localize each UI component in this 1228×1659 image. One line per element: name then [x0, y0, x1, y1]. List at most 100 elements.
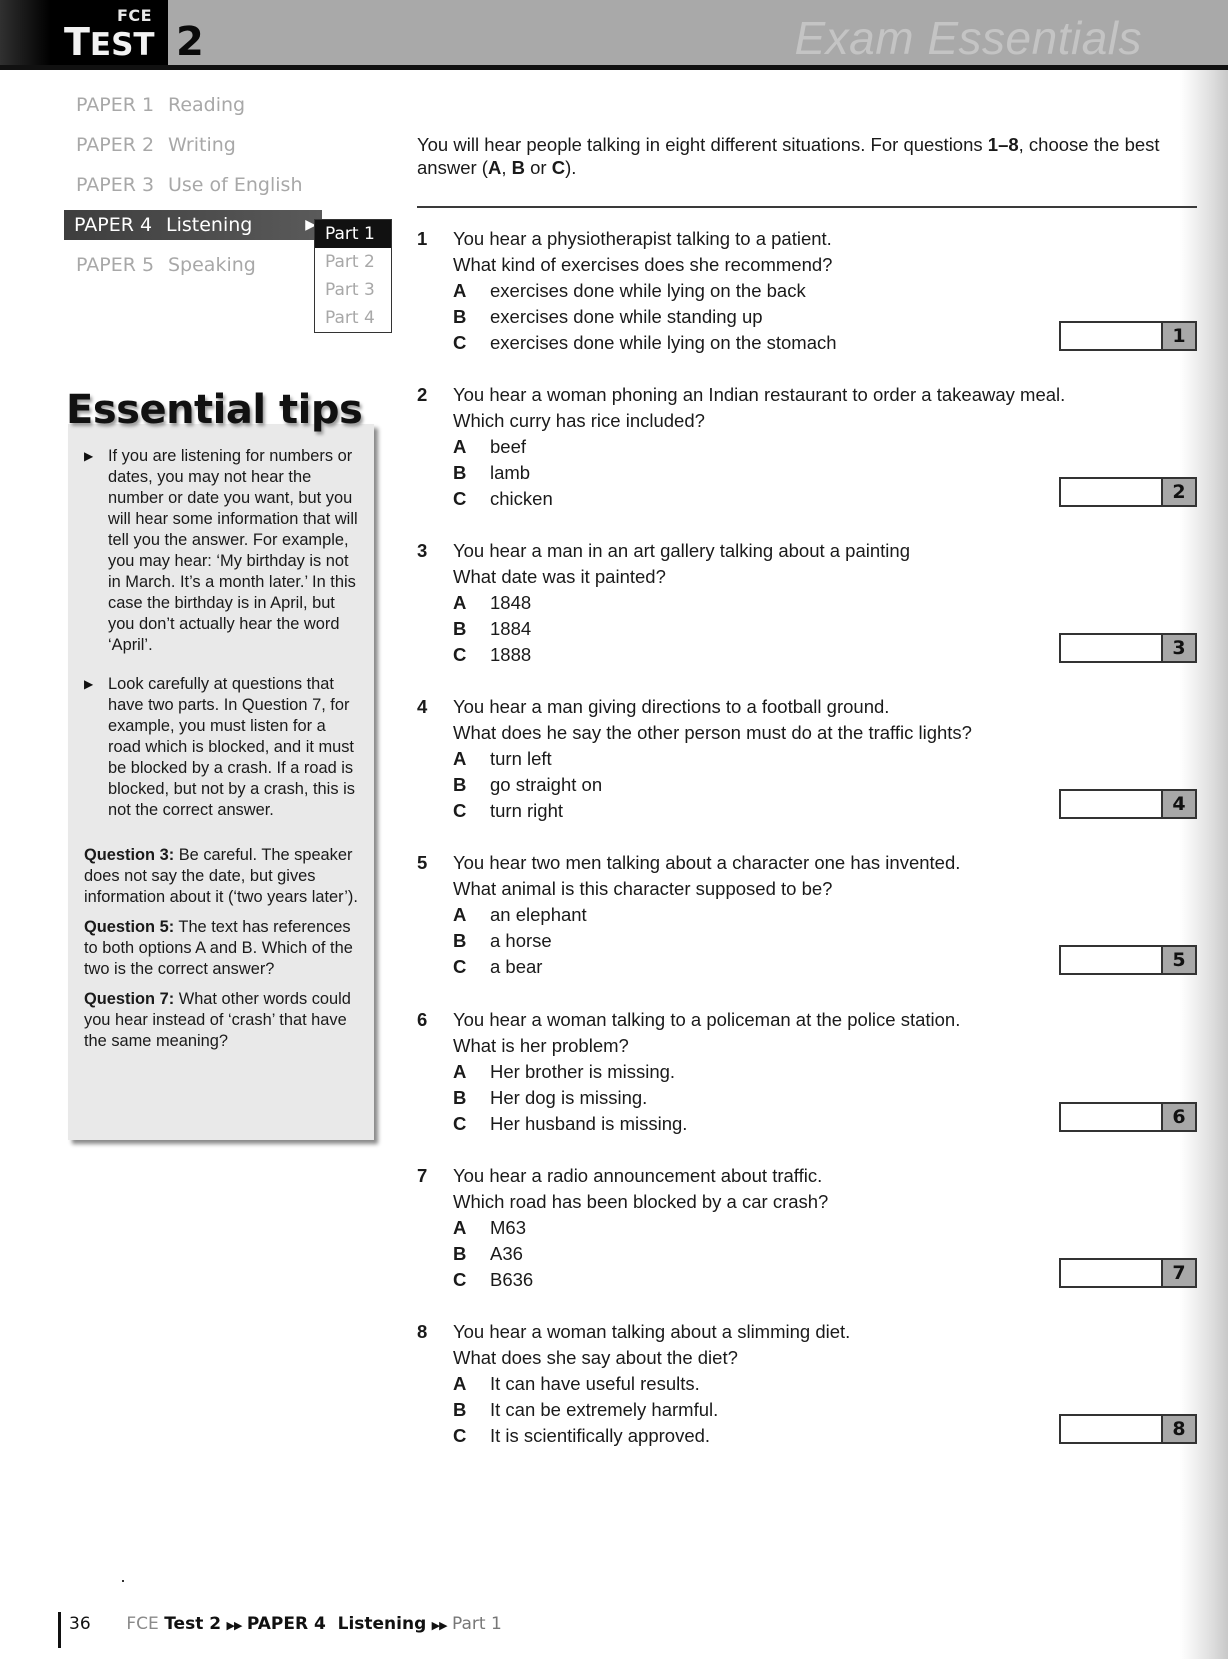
answer-box[interactable]: 3 [1059, 633, 1197, 663]
question-number: 5 [417, 852, 428, 873]
answer-box[interactable]: 1 [1059, 321, 1197, 351]
note-label: Question 7: [84, 990, 175, 1008]
option-text: Her dog is missing. [490, 1087, 648, 1108]
answer-box[interactable]: 8 [1059, 1414, 1197, 1444]
option-letter: C [453, 800, 467, 821]
paper-nav-item-2[interactable]: PAPER 2 Writing [66, 130, 236, 160]
paper-number: PAPER 4 [74, 214, 153, 236]
question-item-4: 4 You hear a man giving directions to a … [417, 694, 1197, 824]
tip-text: Look carefully at questions that have tw… [108, 675, 355, 819]
option-a[interactable]: A It can have useful results. [453, 1371, 1197, 1397]
option-a[interactable]: Aturn left [453, 746, 1197, 772]
option-text: beef [490, 436, 527, 457]
paper-nav-item-4[interactable]: PAPER 4 Listening ▶ [64, 210, 322, 240]
option-letter: A [453, 1373, 467, 1394]
divider [417, 206, 1197, 208]
answer-box-number: 3 [1161, 635, 1195, 661]
instructions-text: or [524, 157, 552, 178]
question-item-1: 1 You hear a physiotherapist talking to … [417, 226, 1197, 356]
option-letter: B [453, 774, 467, 795]
option-letter: C [453, 488, 467, 509]
option-letter: C [453, 332, 467, 353]
option-text: exercises done while lying on the back [490, 280, 806, 301]
option-text: M63 [490, 1217, 526, 1238]
answer-box-number: 1 [1161, 323, 1195, 349]
option-text: Her husband is missing. [490, 1113, 688, 1134]
bullet-arrow-icon: ▶ [84, 449, 94, 463]
answer-box[interactable]: 7 [1059, 1258, 1197, 1288]
part-item-2[interactable]: Part 2 [315, 248, 391, 276]
option-letter: B [453, 1243, 467, 1264]
option-a[interactable]: Aan elephant [453, 902, 1197, 928]
answer-field[interactable] [1061, 323, 1161, 349]
question-item-8: 8 You hear a woman talking about a slimm… [417, 1319, 1197, 1449]
option-letter: C [453, 956, 467, 977]
breadcrumb-test: Test 2 [164, 1614, 222, 1634]
question-number: 4 [417, 696, 428, 717]
question-number: 6 [417, 1009, 428, 1030]
tip-text: If you are listening for numbers or date… [108, 447, 358, 654]
option-text: It can have useful results. [490, 1373, 700, 1394]
option-a[interactable]: A M63 [453, 1215, 1197, 1241]
option-text: exercises done while lying on the stomac… [490, 332, 837, 353]
question-number: 1 [417, 228, 428, 249]
option-letter: A [453, 904, 467, 925]
option-letter: B [511, 157, 525, 178]
option-a[interactable]: Abeef [453, 434, 1197, 460]
answer-field[interactable] [1061, 791, 1161, 817]
option-text: chicken [490, 488, 553, 509]
option-text: turn right [490, 800, 564, 821]
answer-box-number: 7 [1161, 1260, 1195, 1286]
option-a[interactable]: Aexercises done while lying on the back [453, 278, 1197, 304]
option-letter: C [453, 1113, 467, 1134]
paper-nav-item-1[interactable]: PAPER 1 Reading [66, 90, 245, 120]
paper-nav-item-3[interactable]: PAPER 3 Use of English [66, 170, 303, 200]
answer-box[interactable]: 6 [1059, 1102, 1197, 1132]
answer-box-number: 4 [1161, 791, 1195, 817]
answer-field[interactable] [1061, 1104, 1161, 1130]
option-a[interactable]: A Her brother is missing. [453, 1059, 1197, 1085]
option-text: turn left [490, 748, 552, 769]
answer-field[interactable] [1061, 1260, 1161, 1286]
question-text: What kind of exercises does she recommen… [453, 254, 833, 275]
answer-field[interactable] [1061, 1416, 1161, 1442]
option-letter: C [453, 644, 467, 665]
answer-field[interactable] [1061, 947, 1161, 973]
paper-name: Use of English [168, 174, 303, 196]
answer-box[interactable]: 4 [1059, 789, 1197, 819]
instructions-text: ). [565, 157, 577, 178]
question-context: You hear a man in an art gallery talking… [453, 540, 910, 561]
option-text: B636 [490, 1269, 534, 1290]
question-text: Which curry has rice included? [453, 410, 705, 431]
double-chevron-icon: ▶▶ [431, 1619, 448, 1632]
answer-box[interactable]: 2 [1059, 477, 1197, 507]
option-text: It is scientifically approved. [490, 1425, 711, 1446]
answer-field[interactable] [1061, 479, 1161, 505]
paper-number: PAPER 1 [76, 94, 155, 116]
option-text: an elephant [490, 904, 587, 925]
paper-nav-item-5[interactable]: PAPER 5 Speaking [66, 250, 256, 280]
question-text: What is her problem? [453, 1035, 629, 1056]
part-item-3[interactable]: Part 3 [315, 276, 391, 304]
paper-name: Writing [168, 134, 236, 156]
tip-note: Question 7: What other words could you h… [84, 989, 360, 1052]
answer-field[interactable] [1061, 635, 1161, 661]
option-a[interactable]: A 1848 [453, 590, 1197, 616]
instructions: You will hear people talking in eight di… [417, 133, 1197, 179]
option-letter: B [453, 618, 467, 639]
paper-name: Speaking [168, 254, 256, 276]
answer-box-number: 6 [1161, 1104, 1195, 1130]
answer-box[interactable]: 5 [1059, 945, 1197, 975]
question-text: What does he say the other person must d… [453, 722, 972, 743]
question-text: What date was it painted? [453, 566, 666, 587]
option-text: a bear [490, 956, 543, 977]
question-context: You hear a woman talking to a policeman … [453, 1009, 961, 1030]
option-letter: A [453, 592, 467, 613]
part-item-4[interactable]: Part 4 [315, 304, 391, 332]
paper-name: Reading [168, 94, 246, 116]
question-number: 8 [417, 1321, 428, 1342]
tips-title: Essential tips [66, 387, 363, 433]
option-letter: B [453, 1087, 467, 1108]
part-item-1[interactable]: Part 1 [315, 220, 391, 248]
option-letter: A [453, 748, 467, 769]
